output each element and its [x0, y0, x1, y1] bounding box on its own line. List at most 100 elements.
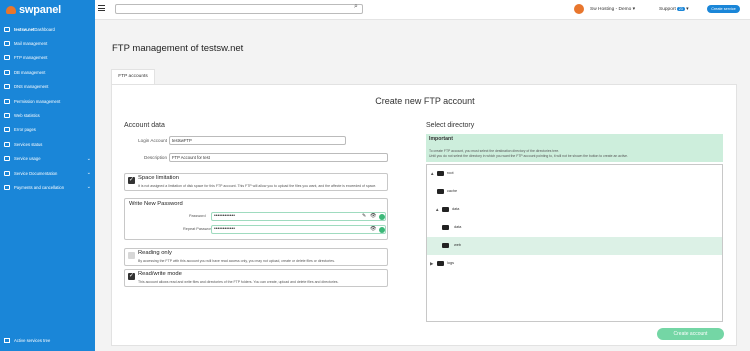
sidebar-item-payments[interactable]: Payments and cancellation ⌄ [0, 180, 95, 194]
chevron-down-icon: ⌄ [86, 169, 91, 176]
tree-node-web[interactable]: web [427, 237, 722, 255]
folder-name: cache [447, 188, 458, 193]
generate-password-icon[interactable]: ✎ [362, 213, 366, 219]
repeat-password-input[interactable]: •••••••••••• [211, 225, 386, 234]
description-input[interactable]: FTP Account for test [169, 153, 388, 162]
login-account-label: Login Account [138, 138, 167, 143]
space-limitation-option[interactable]: ✓ Space limitation It is not assigned a … [124, 173, 388, 191]
dns-icon [4, 84, 10, 90]
sidebar-item-label: Error pages [14, 127, 36, 133]
sidebar: swpanel testsw.net Dashboard Mail manage… [0, 0, 95, 351]
space-limitation-checkbox[interactable]: ✓ [128, 177, 135, 184]
chevron-down-icon: ⌄ [86, 155, 91, 162]
eye-icon[interactable]: 👁 [370, 226, 376, 232]
brand-name: swpanel [19, 4, 62, 16]
avatar[interactable] [574, 4, 584, 14]
home-icon [4, 26, 10, 32]
folder-icon [437, 189, 444, 194]
folder-icon [437, 261, 444, 266]
mail-icon [4, 41, 10, 47]
select-directory-title: Select directory [426, 122, 475, 129]
important-text-line: Until you do not select the directory in… [429, 153, 628, 158]
sidebar-item-permission[interactable]: Permission management [0, 94, 95, 108]
caret-down-icon: ▾ [686, 7, 689, 12]
card-title: Create new FTP account [375, 96, 475, 106]
write-new-password-title: Write New Password [129, 201, 183, 207]
login-account-input[interactable]: testswFTP [169, 136, 346, 145]
support-menu[interactable]: Support 23 ▾ [659, 7, 689, 12]
usage-icon [4, 156, 10, 162]
users-icon [4, 98, 10, 104]
brand-logo[interactable]: swpanel [0, 0, 95, 20]
page-title: FTP management of testsw.net [112, 43, 244, 54]
expand-toggle-icon[interactable]: ▶ [430, 261, 433, 267]
folder-name: web [454, 242, 461, 247]
search-icon[interactable]: ⌕ [354, 3, 358, 11]
sidebar-item-label: Web statistics [14, 113, 40, 119]
password-label: Password [189, 214, 206, 218]
create-service-button[interactable]: Create service [707, 5, 740, 13]
sidebar-item-label: Service Documentation [14, 170, 58, 176]
read-write-title: Read/write mode [138, 271, 182, 277]
space-limitation-title: Space limitation [138, 175, 179, 181]
reading-only-checkbox[interactable] [128, 252, 135, 259]
cloud-logo-icon [6, 6, 16, 14]
tree-node-cache[interactable]: cache [427, 183, 722, 201]
sidebar-item-label: Service usage [14, 156, 41, 162]
folder-icon [442, 225, 449, 230]
folder-name: data [454, 224, 462, 229]
read-write-desc: This account allows read and write files… [138, 280, 339, 284]
directory-tree: ▲ root cache ▲ data data web ▶ logs [426, 164, 723, 322]
valid-status-icon [379, 227, 385, 233]
tree-node-root[interactable]: ▲ root [427, 165, 722, 183]
create-ftp-card: Create new FTP account Account data Logi… [111, 84, 737, 346]
search-input[interactable] [115, 4, 363, 14]
sidebar-item-label: DNS management [14, 84, 49, 90]
sidebar-item-label: Services status [14, 141, 43, 147]
sidebar-nav: testsw.net Dashboard Mail management FTP… [0, 22, 95, 195]
read-write-option[interactable]: ✓ Read/write mode This account allows re… [124, 269, 388, 287]
sidebar-item-mail[interactable]: Mail management [0, 36, 95, 50]
tree-node-logs[interactable]: ▶ logs [427, 255, 722, 273]
repeat-password-label: Repeat Password [183, 227, 213, 231]
error-page-icon [4, 127, 10, 133]
tree-node-data-sub[interactable]: data [427, 219, 722, 237]
sidebar-item-dns[interactable]: DNS management [0, 80, 95, 94]
reading-only-option[interactable]: Reading only By accessing the FTP with t… [124, 248, 388, 266]
space-limitation-desc: It is not assigned a limitation of disk … [138, 184, 377, 188]
user-menu[interactable]: Sw Hosting - Demo ▾ [590, 7, 635, 12]
sidebar-item-label: Mail management [14, 41, 48, 47]
status-icon [4, 141, 10, 147]
sidebar-item-service-usage[interactable]: Service usage ⌄ [0, 152, 95, 166]
password-input[interactable]: •••••••••••• [211, 212, 386, 221]
caret-down-icon: ▾ [632, 7, 636, 12]
payment-icon [4, 184, 10, 190]
folder-icon [437, 171, 444, 176]
reading-only-desc: By accessing the FTP with this account y… [138, 259, 335, 263]
important-notice: Important To create FTP account, you mus… [426, 134, 723, 162]
account-data-title: Account data [124, 122, 165, 129]
sidebar-item-web-statistics[interactable]: Web statistics [0, 108, 95, 122]
tab-ftp-accounts[interactable]: FTP accounts [111, 69, 155, 85]
folder-name: logs [447, 260, 454, 265]
sidebar-item-ftp[interactable]: FTP management [0, 51, 95, 65]
sidebar-item-error-pages[interactable]: Error pages [0, 123, 95, 137]
create-account-button[interactable]: Create account [657, 328, 724, 340]
ftp-icon [4, 55, 10, 61]
sidebar-item-db[interactable]: DB management [0, 65, 95, 79]
eye-icon[interactable]: 👁 [370, 213, 376, 219]
important-title: Important [429, 136, 453, 142]
tree-node-data[interactable]: ▲ data [427, 201, 722, 219]
sidebar-item-service-documentation[interactable]: Service Documentation ⌄ [0, 166, 95, 180]
active-services-tree-link[interactable]: Active services tree [4, 338, 50, 343]
read-write-checkbox[interactable]: ✓ [128, 273, 135, 280]
database-icon [4, 69, 10, 75]
sidebar-item-dashboard[interactable]: testsw.net Dashboard [0, 22, 95, 36]
sidebar-item-suffix: Dashboard [34, 26, 55, 32]
important-text: To create FTP account, you must select t… [429, 149, 628, 158]
password-box: Write New Password Password ••••••••••••… [124, 198, 388, 240]
sidebar-item-services-status[interactable]: Services status [0, 137, 95, 151]
expand-toggle-icon[interactable]: ▲ [435, 207, 439, 212]
menu-icon[interactable] [98, 5, 105, 11]
expand-toggle-icon[interactable]: ▲ [430, 171, 434, 176]
